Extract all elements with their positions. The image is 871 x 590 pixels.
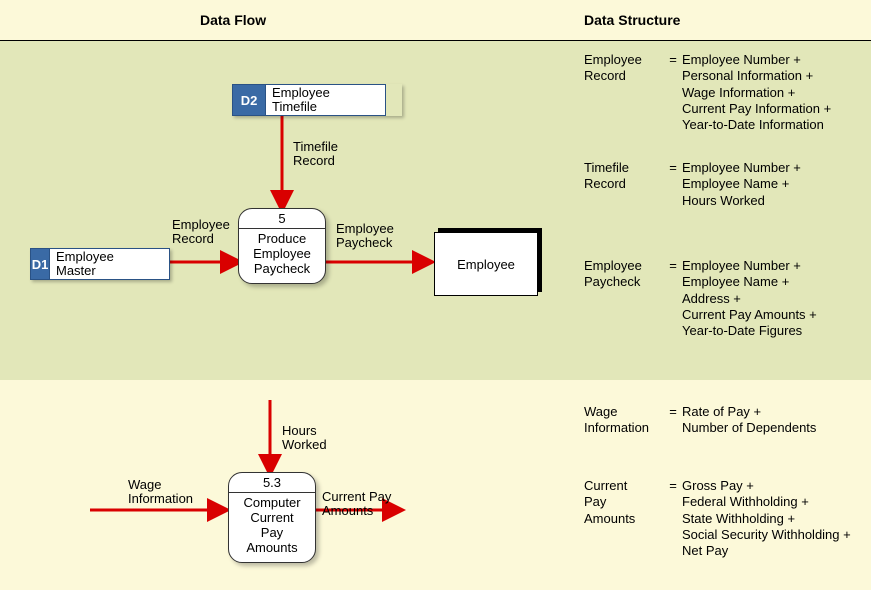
process-5-line3: Paycheck: [254, 261, 310, 276]
structure-current-pay-amounts-body: Gross Pay + Federal Withholding + State …: [682, 478, 864, 559]
flow-timefile-record: Timefile Record: [293, 140, 338, 169]
structure-wage-information-name: Wage Information: [584, 404, 664, 437]
structure-employee-paycheck-body: Employee Number + Employee Name + Addres…: [682, 258, 864, 339]
datastore-d2-line2: Timefile: [272, 100, 375, 114]
structure-current-pay-amounts: Current Pay Amounts = Gross Pay + Federa…: [584, 478, 864, 559]
structure-wage-information-eq: =: [666, 404, 680, 420]
flow-hours-worked-l1: Hours: [282, 423, 317, 438]
structure-wage-information: Wage Information = Rate of Pay + Number …: [584, 404, 864, 437]
structure-timefile-record-body: Employee Number + Employee Name + Hours …: [682, 160, 864, 209]
structure-employee-record-eq: =: [666, 52, 680, 68]
datastore-d1: D1 Employee Master: [30, 248, 170, 280]
process-5-3-text: Computer Current Pay Amounts: [239, 493, 304, 562]
flow-wage-information: Wage Information: [128, 478, 193, 507]
structure-timefile-record-name-l1: Timefile: [584, 160, 629, 175]
flow-current-pay-amounts: Current Pay Amounts: [322, 490, 391, 519]
flow-current-pay-amounts-l1: Current Pay: [322, 489, 391, 504]
flow-employee-record-l1: Employee: [172, 217, 230, 232]
structure-current-pay-amounts-name-l1: Current: [584, 478, 627, 493]
structure-current-pay-amounts-name-l3: Amounts: [584, 511, 635, 526]
flow-employee-record-l2: Record: [172, 231, 214, 246]
flow-current-pay-amounts-l2: Amounts: [322, 503, 373, 518]
structure-employee-paycheck-eq: =: [666, 258, 680, 274]
process-5-3-line4: Amounts: [246, 540, 297, 555]
flow-employee-paycheck: Employee Paycheck: [336, 222, 394, 251]
process-5-text: Produce Employee Paycheck: [249, 229, 315, 283]
structure-employee-paycheck: Employee Paycheck = Employee Number + Em…: [584, 258, 864, 339]
process-5-3-line1: Computer: [243, 495, 300, 510]
structure-wage-information-name-l2: Information: [584, 420, 649, 435]
datastore-d2-label: Employee Timefile: [266, 84, 386, 116]
structure-employee-record-name-l1: Employee: [584, 52, 642, 67]
entity-employee: Employee: [434, 232, 538, 296]
process-5-3-line3: Pay: [261, 525, 283, 540]
flow-wage-information-l2: Information: [128, 491, 193, 506]
structure-timefile-record-eq: =: [666, 160, 680, 176]
process-5: 5 Produce Employee Paycheck: [238, 208, 326, 284]
flow-hours-worked: Hours Worked: [282, 424, 327, 453]
flow-employee-record: Employee Record: [172, 218, 230, 247]
entity-employee-label: Employee: [457, 257, 515, 272]
flow-employee-paycheck-l2: Paycheck: [336, 235, 392, 250]
datastore-d1-label: Employee Master: [50, 248, 170, 280]
structure-employee-paycheck-name: Employee Paycheck: [584, 258, 664, 291]
flow-timefile-record-l2: Record: [293, 153, 335, 168]
structure-employee-paycheck-name-l1: Employee: [584, 258, 642, 273]
process-5-3: 5.3 Computer Current Pay Amounts: [228, 472, 316, 563]
structure-timefile-record: Timefile Record = Employee Number + Empl…: [584, 160, 864, 209]
flow-employee-paycheck-l1: Employee: [336, 221, 394, 236]
header-data-flow: Data Flow: [200, 12, 266, 28]
datastore-d2-line1: Employee: [272, 86, 375, 100]
structure-wage-information-body: Rate of Pay + Number of Dependents: [682, 404, 864, 437]
flow-wage-information-l1: Wage: [128, 477, 161, 492]
structure-current-pay-amounts-name: Current Pay Amounts: [584, 478, 664, 527]
datastore-d1-line1: Employee: [56, 250, 159, 264]
flow-timefile-record-l1: Timefile: [293, 139, 338, 154]
structure-timefile-record-name-l2: Record: [584, 176, 626, 191]
datastore-d2-tag: D2: [232, 84, 266, 116]
structure-employee-record-name-l2: Record: [584, 68, 626, 83]
structure-employee-paycheck-name-l2: Paycheck: [584, 274, 640, 289]
structure-employee-record: Employee Record = Employee Number + Pers…: [584, 52, 864, 133]
datastore-d1-tag: D1: [30, 248, 50, 280]
flow-hours-worked-l2: Worked: [282, 437, 327, 452]
structure-timefile-record-name: Timefile Record: [584, 160, 664, 193]
datastore-d1-line2: Master: [56, 264, 159, 278]
process-5-line2: Employee: [253, 246, 311, 261]
process-5-3-line2: Current: [250, 510, 293, 525]
process-5-3-number: 5.3: [229, 473, 315, 493]
structure-current-pay-amounts-eq: =: [666, 478, 680, 494]
structure-wage-information-name-l1: Wage: [584, 404, 617, 419]
structure-current-pay-amounts-name-l2: Pay: [584, 494, 606, 509]
structure-employee-record-body: Employee Number + Personal Information +…: [682, 52, 864, 133]
datastore-d2: D2 Employee Timefile: [232, 84, 402, 116]
header-data-structure: Data Structure: [584, 12, 680, 28]
process-5-number: 5: [239, 209, 325, 229]
process-5-line1: Produce: [258, 231, 306, 246]
structure-employee-record-name: Employee Record: [584, 52, 664, 85]
